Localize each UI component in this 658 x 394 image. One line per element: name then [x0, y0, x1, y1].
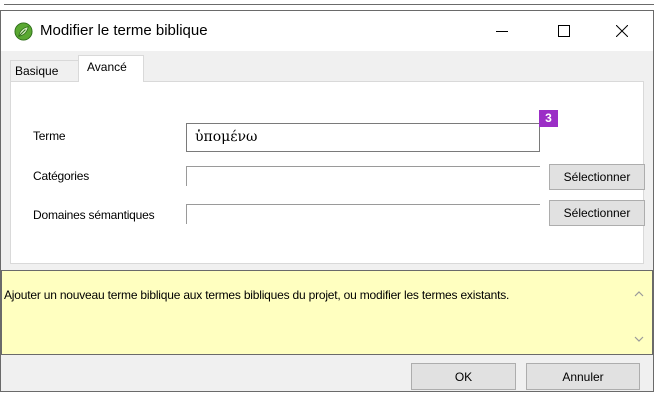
title-bar[interactable]: Modifier le terme biblique	[1, 11, 653, 51]
domaines-field[interactable]	[186, 204, 540, 224]
terme-input[interactable]: ὑπομένω	[186, 123, 540, 152]
close-button[interactable]	[599, 11, 645, 51]
categories-field[interactable]	[186, 166, 540, 186]
maximize-button[interactable]	[541, 11, 587, 51]
categories-label: Catégories	[33, 169, 90, 183]
top-separator	[0, 0, 658, 10]
tab-basique[interactable]: Basique	[10, 60, 80, 81]
window-title: Modifier le terme biblique	[40, 22, 208, 39]
minimize-button[interactable]	[479, 11, 525, 51]
scroll-up-icon[interactable]	[634, 289, 644, 299]
minimize-icon	[496, 31, 508, 32]
dialog-window: Modifier le terme biblique Basique Avanc…	[0, 10, 654, 392]
dialog-client: Basique Avancé Terme ὑπομένω 3 Catégorie…	[1, 51, 653, 391]
maximize-icon	[558, 25, 570, 37]
scroll-down-icon[interactable]	[634, 334, 644, 344]
close-icon	[616, 25, 628, 37]
app-leaf-icon	[14, 22, 33, 41]
terme-label: Terme	[33, 129, 66, 143]
select-domaines-button[interactable]: Sélectionner	[549, 200, 645, 226]
help-text: Ajouter un nouveau terme biblique aux te…	[4, 288, 510, 302]
count-badge: 3	[539, 110, 558, 127]
select-categories-button[interactable]: Sélectionner	[549, 164, 645, 190]
ok-button[interactable]: OK	[411, 363, 516, 390]
help-box: Ajouter un nouveau terme biblique aux te…	[1, 270, 653, 355]
cancel-button[interactable]: Annuler	[526, 363, 640, 390]
tab-panel-avance: Terme ὑπομένω 3 Catégories Sélectionner …	[10, 81, 645, 264]
tab-avance[interactable]: Avancé	[78, 55, 144, 82]
domaines-label: Domaines sémantiques	[33, 208, 155, 222]
